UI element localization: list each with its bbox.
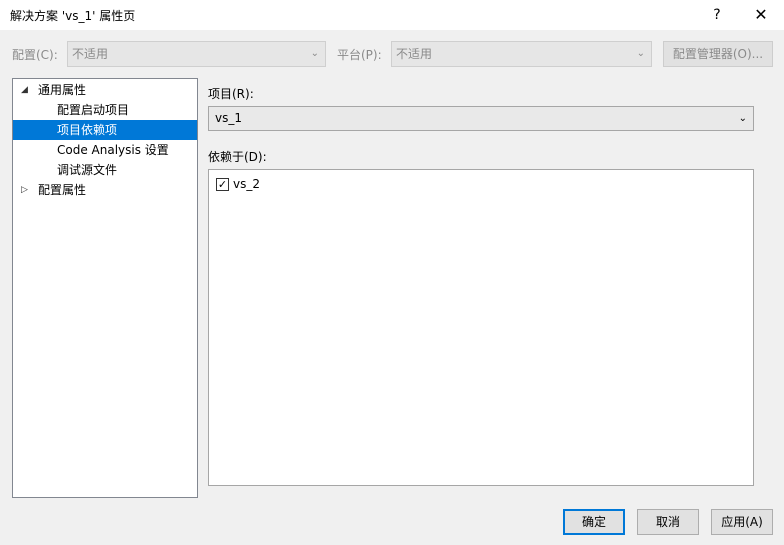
configuration-value: 不适用	[72, 47, 109, 61]
cancel-button[interactable]: 取消	[637, 509, 699, 535]
chevron-down-icon: ⌄	[738, 113, 747, 124]
property-pages-dialog: 解决方案 'vs_1' 属性页 ? ✕ 配置(C): 不适用 ⌄ 平台(P): …	[0, 0, 784, 545]
expand-triangle-icon[interactable]: ▷	[21, 180, 28, 200]
tree-item-label: 调试源文件	[57, 163, 118, 177]
checkbox[interactable]: ✓	[216, 177, 229, 191]
configuration-dropdown[interactable]: 不适用 ⌄	[67, 41, 326, 67]
tree-item-configuration-properties[interactable]: ▷ 配置属性	[13, 180, 197, 200]
property-tree: ◢ 通用属性 配置启动项目 项目依赖项 Code Analysis 设置 调试源…	[12, 78, 198, 498]
help-button[interactable]: ?	[702, 0, 732, 30]
configuration-label: 配置(C):	[12, 48, 58, 62]
platform-dropdown[interactable]: 不适用 ⌄	[391, 41, 652, 67]
dependency-label: vs_2	[233, 177, 260, 191]
tree-item-project-dependencies[interactable]: 项目依赖项	[13, 120, 197, 140]
tree-item-debug-source-files[interactable]: 调试源文件	[13, 160, 197, 180]
checkmark-icon: ✓	[217, 177, 228, 191]
chevron-down-icon: ⌄	[636, 48, 645, 59]
tree-item-label: 通用属性	[38, 83, 87, 97]
close-button[interactable]: ✕	[746, 0, 776, 30]
project-label: 项目(R):	[208, 87, 254, 101]
window-title: 解决方案 'vs_1' 属性页	[10, 9, 136, 23]
tree-item-common-properties[interactable]: ◢ 通用属性	[13, 80, 197, 100]
tree-item-label: Code Analysis 设置	[57, 143, 169, 157]
title-bar: 解决方案 'vs_1' 属性页 ? ✕	[0, 0, 784, 30]
config-manager-button[interactable]: 配置管理器(O)...	[663, 41, 773, 67]
ok-button[interactable]: 确定	[563, 509, 625, 535]
tree-item-label: 配置属性	[38, 183, 87, 197]
chevron-down-icon: ⌄	[310, 48, 319, 59]
list-item[interactable]: ✓ vs_2	[216, 176, 260, 192]
depends-on-label: 依赖于(D):	[208, 150, 267, 164]
tree-item-label: 配置启动项目	[57, 103, 130, 117]
tree-item-label: 项目依赖项	[57, 123, 118, 137]
collapse-triangle-icon[interactable]: ◢	[21, 80, 28, 100]
platform-value: 不适用	[396, 47, 433, 61]
dependencies-list: ✓ vs_2	[208, 169, 754, 486]
project-value: vs_1	[215, 111, 242, 125]
apply-button[interactable]: 应用(A)	[711, 509, 773, 535]
platform-label: 平台(P):	[337, 48, 382, 62]
project-dropdown[interactable]: vs_1 ⌄	[208, 106, 754, 131]
tree-item-code-analysis[interactable]: Code Analysis 设置	[13, 140, 197, 160]
tree-item-startup-project[interactable]: 配置启动项目	[13, 100, 197, 120]
